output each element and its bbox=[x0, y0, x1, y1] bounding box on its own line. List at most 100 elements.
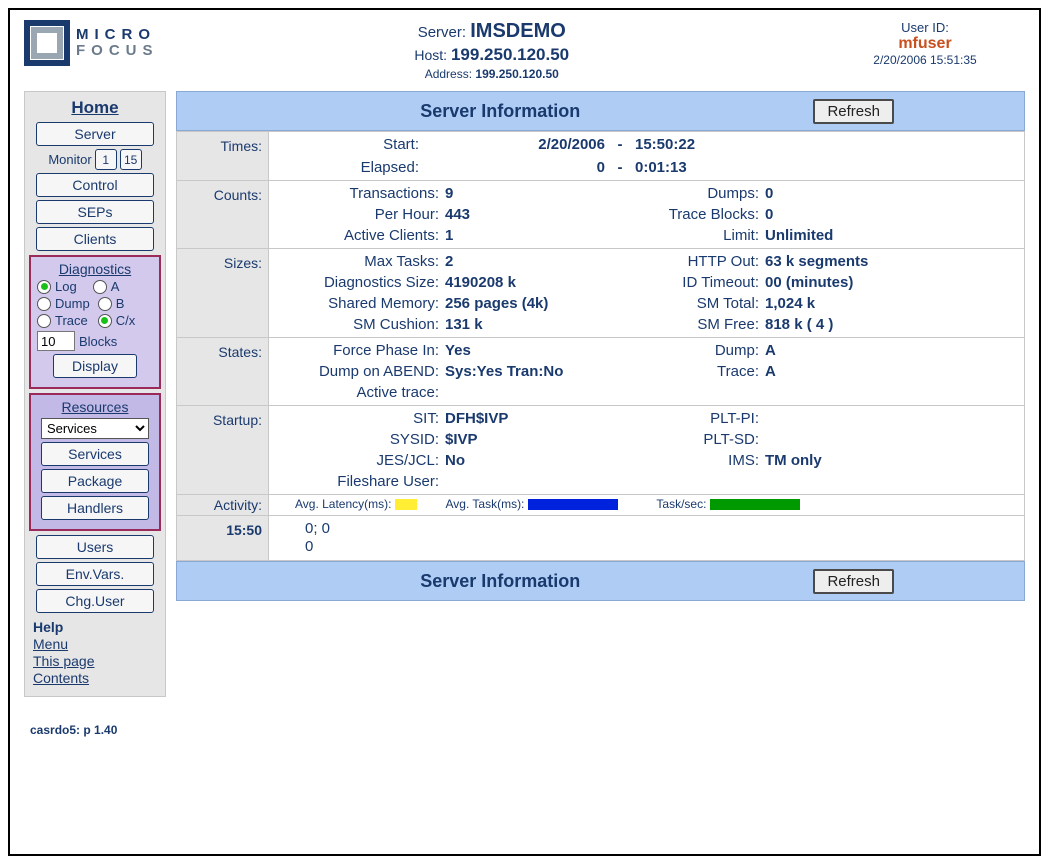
blocks-label: Blocks bbox=[79, 334, 117, 349]
radio-log-label: Log bbox=[55, 279, 77, 294]
footer-version: casrdo5: p 1.40 bbox=[30, 723, 1025, 737]
maxtasks-value: 2 bbox=[445, 253, 645, 270]
elapsed-time: 0:01:13 bbox=[635, 159, 755, 176]
server-name: IMSDEMO bbox=[470, 20, 566, 42]
counts-label: Counts: bbox=[177, 181, 269, 249]
dumpabend-value: Sys:Yes Tran:No bbox=[445, 363, 645, 380]
elapsed-sep: - bbox=[605, 159, 635, 176]
logo-line1: MICRO bbox=[76, 27, 159, 44]
start-label: Start: bbox=[275, 136, 425, 153]
transactions-label: Transactions: bbox=[275, 185, 445, 202]
seps-button[interactable]: SEPs bbox=[36, 200, 155, 224]
sizes-values: Max Tasks:2HTTP Out:63 k segments Diagno… bbox=[269, 249, 1025, 338]
logo-line2: FOCUS bbox=[76, 43, 159, 60]
help-thispage-link[interactable]: This page bbox=[33, 653, 157, 669]
traceblocks-value: 0 bbox=[765, 206, 1018, 223]
avg-latency-bar bbox=[395, 499, 417, 510]
help-contents-link[interactable]: Contents bbox=[33, 670, 157, 686]
radio-dump[interactable] bbox=[37, 297, 51, 311]
control-button[interactable]: Control bbox=[36, 173, 155, 197]
avg-task-bar bbox=[528, 499, 618, 510]
activetrace-label: Active trace: bbox=[275, 384, 445, 401]
tick-time: 15:50 bbox=[177, 516, 269, 561]
resources-select[interactable]: Services bbox=[41, 418, 149, 439]
perhour-label: Per Hour: bbox=[275, 206, 445, 223]
jesjcl-value: No bbox=[445, 452, 645, 469]
pltsd-label: PLT-SD: bbox=[645, 431, 765, 448]
times-values: Start: 2/20/2006 - 15:50:22 Elapsed: 0 -… bbox=[269, 132, 1025, 181]
smcushion-value: 131 k bbox=[445, 316, 483, 333]
resources-panel: Resources Services Services Package Hand… bbox=[29, 393, 161, 531]
users-button[interactable]: Users bbox=[36, 535, 155, 559]
sit-value: DFH$IVP bbox=[445, 410, 645, 427]
radio-trace[interactable] bbox=[37, 314, 51, 328]
smfree-value: 818 k ( 4 ) bbox=[765, 316, 833, 333]
perhour-value: 443 bbox=[445, 206, 645, 223]
startup-label: Startup: bbox=[177, 406, 269, 495]
task-sec-label: Task/sec: bbox=[656, 497, 706, 511]
chguser-button[interactable]: Chg.User bbox=[36, 589, 155, 613]
diagnostics-title: Diagnostics bbox=[35, 261, 155, 277]
traceblocks-label: Trace Blocks: bbox=[645, 206, 765, 223]
server-label: Server: bbox=[418, 24, 466, 41]
radio-b[interactable] bbox=[98, 297, 112, 311]
monitor-1-button[interactable]: 1 bbox=[95, 149, 117, 170]
handlers-button[interactable]: Handlers bbox=[41, 496, 149, 520]
sharedmem-label: Shared Memory: bbox=[275, 295, 445, 312]
times-label: Times: bbox=[177, 132, 269, 181]
radio-b-label: B bbox=[116, 296, 125, 311]
transactions-value: 9 bbox=[445, 185, 645, 202]
refresh-button-top[interactable]: Refresh bbox=[813, 99, 894, 124]
activity-label: Activity: bbox=[177, 495, 269, 516]
refresh-button-bottom[interactable]: Refresh bbox=[813, 569, 894, 594]
sizes-label: Sizes: bbox=[177, 249, 269, 338]
username: mfuser bbox=[825, 35, 1025, 53]
services-button[interactable]: Services bbox=[41, 442, 149, 466]
dumpstate-value: A bbox=[765, 342, 1018, 359]
diagsize-value: 4190208 k bbox=[445, 274, 516, 291]
radio-log[interactable] bbox=[37, 280, 51, 294]
smcushion-label: SM Cushion: bbox=[275, 316, 445, 333]
home-link[interactable]: Home bbox=[29, 98, 161, 118]
pltpi-label: PLT-PI: bbox=[645, 410, 765, 427]
clients-button[interactable]: Clients bbox=[36, 227, 155, 251]
diagsize-label: Diagnostics Size: bbox=[275, 274, 445, 291]
smtotal-value: 1,024 k bbox=[765, 295, 815, 312]
sidebar: Home Server Monitor 1 15 Control SEPs Cl… bbox=[24, 91, 166, 697]
radio-dump-label: Dump bbox=[55, 296, 90, 311]
help-menu-link[interactable]: Menu bbox=[33, 636, 157, 652]
main: Server Information Refresh Times: Start:… bbox=[176, 91, 1025, 697]
httpout-label: HTTP Out: bbox=[645, 253, 765, 270]
radio-cx[interactable] bbox=[98, 314, 112, 328]
forcephase-label: Force Phase In: bbox=[275, 342, 445, 359]
diagnostics-panel: Diagnostics Log A Dump B Trace C/x bbox=[29, 255, 161, 389]
tick-line1: 0; 0 bbox=[305, 520, 1018, 538]
start-time: 15:50:22 bbox=[635, 136, 755, 153]
dumps-label: Dumps: bbox=[645, 185, 765, 202]
monitor-label: Monitor bbox=[48, 152, 91, 167]
ims-label: IMS: bbox=[645, 452, 765, 469]
display-button[interactable]: Display bbox=[53, 354, 137, 378]
monitor-15-button[interactable]: 15 bbox=[120, 149, 142, 170]
states-values: Force Phase In:YesDump:A Dump on ABEND:S… bbox=[269, 338, 1025, 406]
activeclients-label: Active Clients: bbox=[275, 227, 445, 244]
radio-a[interactable] bbox=[93, 280, 107, 294]
radio-cx-label: C/x bbox=[116, 313, 136, 328]
help-heading: Help bbox=[33, 619, 157, 635]
dumpabend-label: Dump on ABEND: bbox=[275, 363, 445, 380]
page-title-bottom: Server Information bbox=[187, 571, 813, 592]
ims-value: TM only bbox=[765, 452, 1018, 469]
addr-value: 199.250.120.50 bbox=[475, 67, 558, 81]
jesjcl-label: JES/JCL: bbox=[275, 452, 445, 469]
server-button[interactable]: Server bbox=[36, 122, 155, 146]
logo: MICRO FOCUS bbox=[24, 20, 159, 66]
package-button[interactable]: Package bbox=[41, 469, 149, 493]
blocks-input[interactable] bbox=[37, 331, 75, 351]
activity-values: Avg. Latency(ms): Avg. Task(ms): Task/se… bbox=[269, 495, 1025, 516]
radio-trace-label: Trace bbox=[55, 313, 88, 328]
idtimeout-label: ID Timeout: bbox=[645, 274, 765, 291]
envvars-button[interactable]: Env.Vars. bbox=[36, 562, 155, 586]
httpout-value: 63 k segments bbox=[765, 253, 868, 270]
title-bar-top: Server Information Refresh bbox=[176, 91, 1025, 131]
counts-values: Transactions:9Dumps:0 Per Hour:443Trace … bbox=[269, 181, 1025, 249]
